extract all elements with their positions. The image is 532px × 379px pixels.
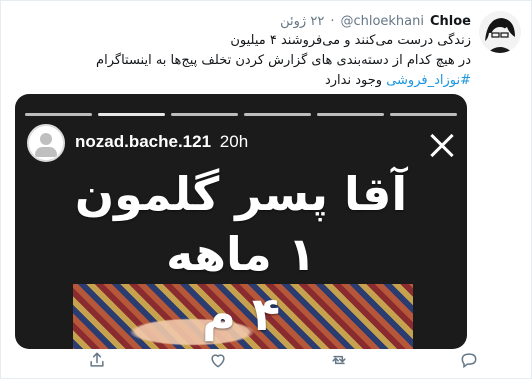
close-icon: [427, 130, 457, 160]
tweet-text-line-2: در هیچ کدام از دسته‌بندی های گزارش کردن …: [96, 53, 471, 68]
attached-story-screenshot[interactable]: nozad.bache.121 20h آقا پسر گلمون ۱ ماهه…: [15, 94, 467, 349]
story-overlay-line-1: آقا پسر گلمون: [74, 167, 408, 221]
tweet-text-line-1: زندگی درست می‌کنند و می‌فروشند ۴ میلیون: [230, 33, 471, 48]
story-progress-bars: [25, 113, 457, 116]
tweet-text-line-3-tail: وجود ندارد: [324, 73, 387, 88]
story-overlay-line-3: ۴ م: [202, 287, 280, 341]
author-avatar[interactable]: [479, 11, 521, 53]
story-progress-segment: [317, 113, 384, 116]
share-icon[interactable]: [87, 350, 107, 370]
tweet-header: Chloe @chloekhani · ۲۲ ژوئن: [280, 11, 471, 31]
retweet-icon[interactable]: [329, 350, 349, 370]
tweet-text-line-3: #نوزاد_فروشی وجود ندارد: [9, 71, 471, 91]
story-progress-segment: [244, 113, 311, 116]
story-progress-segment: [98, 113, 165, 116]
like-icon[interactable]: [208, 350, 228, 370]
avatar-placeholder-icon: [27, 124, 65, 162]
story-user-label: nozad.bache.121 20h: [75, 132, 248, 152]
story-overlay-text: آقا پسر گلمون ۱ ماهه ۴ م: [15, 164, 467, 344]
tweet-actions: [1, 350, 531, 370]
story-overlay-line-2: ۱ ماهه: [166, 227, 316, 281]
reply-icon[interactable]: [459, 350, 479, 370]
hashtag-link[interactable]: #نوزاد_فروشی: [386, 73, 471, 88]
story-username: nozad.bache.121: [75, 132, 212, 151]
story-progress-segment: [171, 113, 238, 116]
author-name[interactable]: Chloe: [430, 14, 471, 29]
header-separator: ·: [330, 13, 335, 29]
tweet-card[interactable]: Chloe @chloekhani · ۲۲ ژوئن زندگی درست م…: [0, 0, 532, 379]
tweet-timestamp[interactable]: ۲۲ ژوئن: [280, 14, 324, 29]
story-progress-segment: [25, 113, 92, 116]
author-handle[interactable]: @chloekhani: [340, 14, 424, 29]
story-age: 20h: [219, 132, 249, 151]
story-progress-segment: [390, 113, 457, 116]
tweet-text: زندگی درست می‌کنند و می‌فروشند ۴ میلیون …: [9, 31, 471, 91]
